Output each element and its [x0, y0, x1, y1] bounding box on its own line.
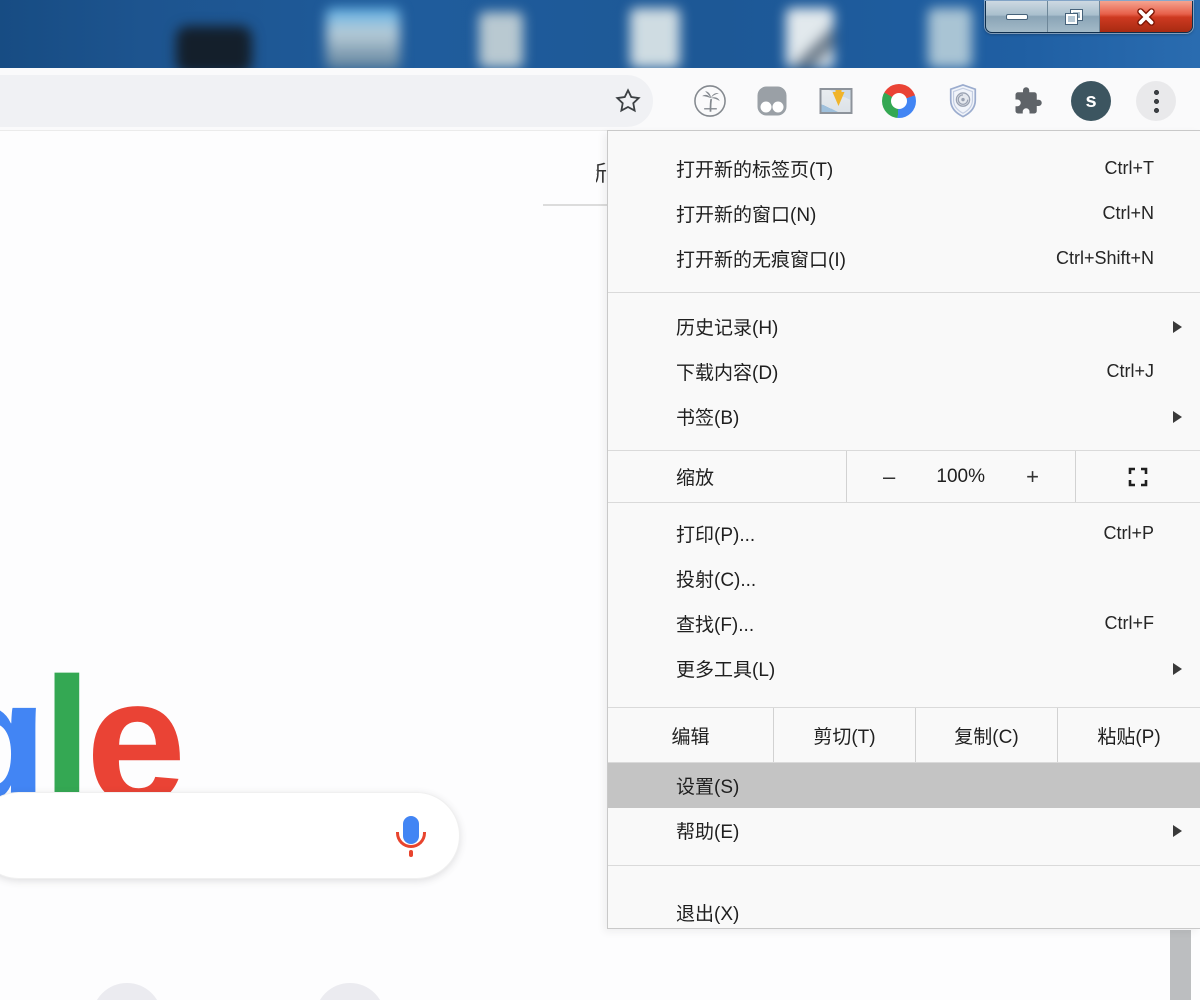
extension-button-dual-circle[interactable] [758, 87, 787, 116]
extension-button-shield[interactable] [946, 83, 980, 119]
copy-button[interactable]: 复制(C) [915, 708, 1057, 762]
fullscreen-button[interactable] [1076, 451, 1200, 502]
obscured-page-text: 新 [596, 156, 607, 184]
zoom-label: 缩放 [608, 451, 846, 502]
desktop-blur-blob [928, 8, 972, 68]
fullscreen-icon [1126, 465, 1150, 489]
menu-item-label: 打开新的无痕窗口(I) [676, 245, 846, 272]
colorful-ring-icon [882, 84, 916, 118]
menu-item-help[interactable]: 帮助(E) [608, 808, 1200, 853]
menu-zoom-row: 缩放 – 100% + [608, 450, 1200, 503]
extensions-menu-button[interactable] [1013, 86, 1043, 116]
extension-button-photo[interactable] [820, 88, 853, 114]
puzzle-piece-icon [1013, 86, 1043, 116]
submenu-arrow-icon [1173, 321, 1182, 333]
paste-button[interactable]: 粘贴(P) [1057, 708, 1200, 762]
menu-spacer [608, 503, 1200, 511]
menu-item-exit[interactable]: 退出(X) [608, 890, 1200, 935]
menu-item-label: 帮助(E) [676, 817, 739, 844]
cut-button[interactable]: 剪切(T) [773, 708, 915, 762]
submenu-arrow-icon [1173, 825, 1182, 837]
menu-item-label: 设置(S) [676, 772, 739, 799]
profile-avatar[interactable]: s [1071, 81, 1111, 121]
menu-item-history[interactable]: 历史记录(H) [608, 304, 1200, 349]
submenu-arrow-icon [1173, 663, 1182, 675]
zoom-in-button[interactable]: + [1026, 464, 1039, 490]
menu-item-label: 打开新的标签页(T) [676, 155, 833, 182]
submenu-arrow-icon [1173, 411, 1182, 423]
bookmark-star-button[interactable] [615, 88, 642, 115]
window-controls [985, 1, 1193, 33]
desktop-blur-blob [479, 12, 523, 68]
minimize-button[interactable] [986, 1, 1047, 32]
menu-item-label: 书签(B) [676, 403, 739, 430]
menu-edit-row: 编辑 剪切(T) 复制(C) 粘贴(P) [608, 707, 1200, 763]
zoom-out-button[interactable]: – [883, 464, 895, 490]
menu-item-shortcut: Ctrl+T [1105, 158, 1155, 179]
photo-icon [820, 88, 853, 114]
menu-item-find[interactable]: 查找(F)... Ctrl+F [608, 601, 1200, 646]
menu-item-label: 退出(X) [676, 899, 739, 926]
menu-item-more-tools[interactable]: 更多工具(L) [608, 646, 1200, 691]
menu-item-settings[interactable]: 设置(S) [608, 763, 1200, 808]
page-divider-line [543, 204, 607, 206]
menu-item-label: 下载内容(D) [676, 358, 778, 385]
browser-menu-button[interactable] [1136, 81, 1176, 121]
menu-item-print[interactable]: 打印(P)... Ctrl+P [608, 511, 1200, 556]
browser-window: s gle 新 打开新的标签页(T) Ctrl+T 打开新的窗口(N) Ctr [0, 0, 1200, 1000]
palm-tree-icon [693, 84, 728, 119]
extension-button-colorful-ring[interactable] [882, 84, 916, 118]
menu-item-shortcut: Ctrl+P [1103, 523, 1154, 544]
menu-item-new-incognito-window[interactable]: 打开新的无痕窗口(I) Ctrl+Shift+N [608, 236, 1200, 281]
desktop-blur-blob [176, 26, 252, 68]
menu-dot-icon [1154, 90, 1159, 95]
zoom-controls: – 100% + [846, 451, 1076, 502]
zoom-level-value: 100% [936, 466, 985, 488]
menu-separator [608, 865, 1200, 866]
menu-item-cast[interactable]: 投射(C)... [608, 556, 1200, 601]
desktop-blur-blob [630, 8, 680, 68]
menu-item-label: 打印(P)... [676, 520, 755, 547]
browser-dropdown-menu: 打开新的标签页(T) Ctrl+T 打开新的窗口(N) Ctrl+N 打开新的无… [607, 130, 1200, 929]
shortcut-bubble[interactable] [92, 983, 162, 1000]
menu-item-new-window[interactable]: 打开新的窗口(N) Ctrl+N [608, 191, 1200, 236]
menu-dot-icon [1154, 99, 1159, 104]
menu-item-bookmarks[interactable]: 书签(B) [608, 394, 1200, 439]
menu-separator [608, 292, 1200, 293]
address-bar[interactable] [0, 75, 653, 127]
dual-circle-icon [758, 87, 787, 116]
restore-icon [1066, 10, 1082, 24]
menu-item-shortcut: Ctrl+F [1105, 613, 1155, 634]
microphone-stem [409, 850, 413, 857]
menu-item-label: 历史记录(H) [676, 313, 778, 340]
menu-item-shortcut: Ctrl+J [1106, 361, 1154, 382]
page-scrollbar[interactable] [1170, 930, 1191, 1000]
close-button[interactable] [1100, 1, 1192, 32]
menu-item-new-tab[interactable]: 打开新的标签页(T) Ctrl+T [608, 146, 1200, 191]
menu-item-shortcut: Ctrl+Shift+N [1056, 248, 1154, 269]
restore-button[interactable] [1047, 1, 1100, 32]
voice-search-button[interactable] [396, 815, 426, 861]
shortcut-bubble[interactable] [315, 983, 385, 1000]
menu-item-label: 打开新的窗口(N) [676, 200, 816, 227]
star-icon [615, 88, 642, 115]
menu-item-label: 更多工具(L) [676, 655, 775, 682]
desktop-blur-blob [786, 8, 834, 68]
menu-item-label: 投射(C)... [676, 565, 756, 592]
desktop-blur-blob [326, 8, 400, 68]
minimize-icon [1006, 14, 1028, 20]
close-icon [1135, 6, 1157, 28]
edit-label: 编辑 [608, 708, 773, 762]
search-box[interactable] [0, 792, 460, 879]
microphone-arc [396, 832, 426, 848]
extension-button-palm[interactable] [693, 84, 728, 119]
menu-dot-icon [1154, 108, 1159, 113]
profile-initial: s [1085, 90, 1096, 113]
menu-spacer [608, 878, 1200, 890]
menu-item-label: 查找(F)... [676, 610, 754, 637]
menu-item-shortcut: Ctrl+N [1102, 203, 1154, 224]
menu-item-downloads[interactable]: 下载内容(D) Ctrl+J [608, 349, 1200, 394]
shield-icon [946, 83, 980, 119]
